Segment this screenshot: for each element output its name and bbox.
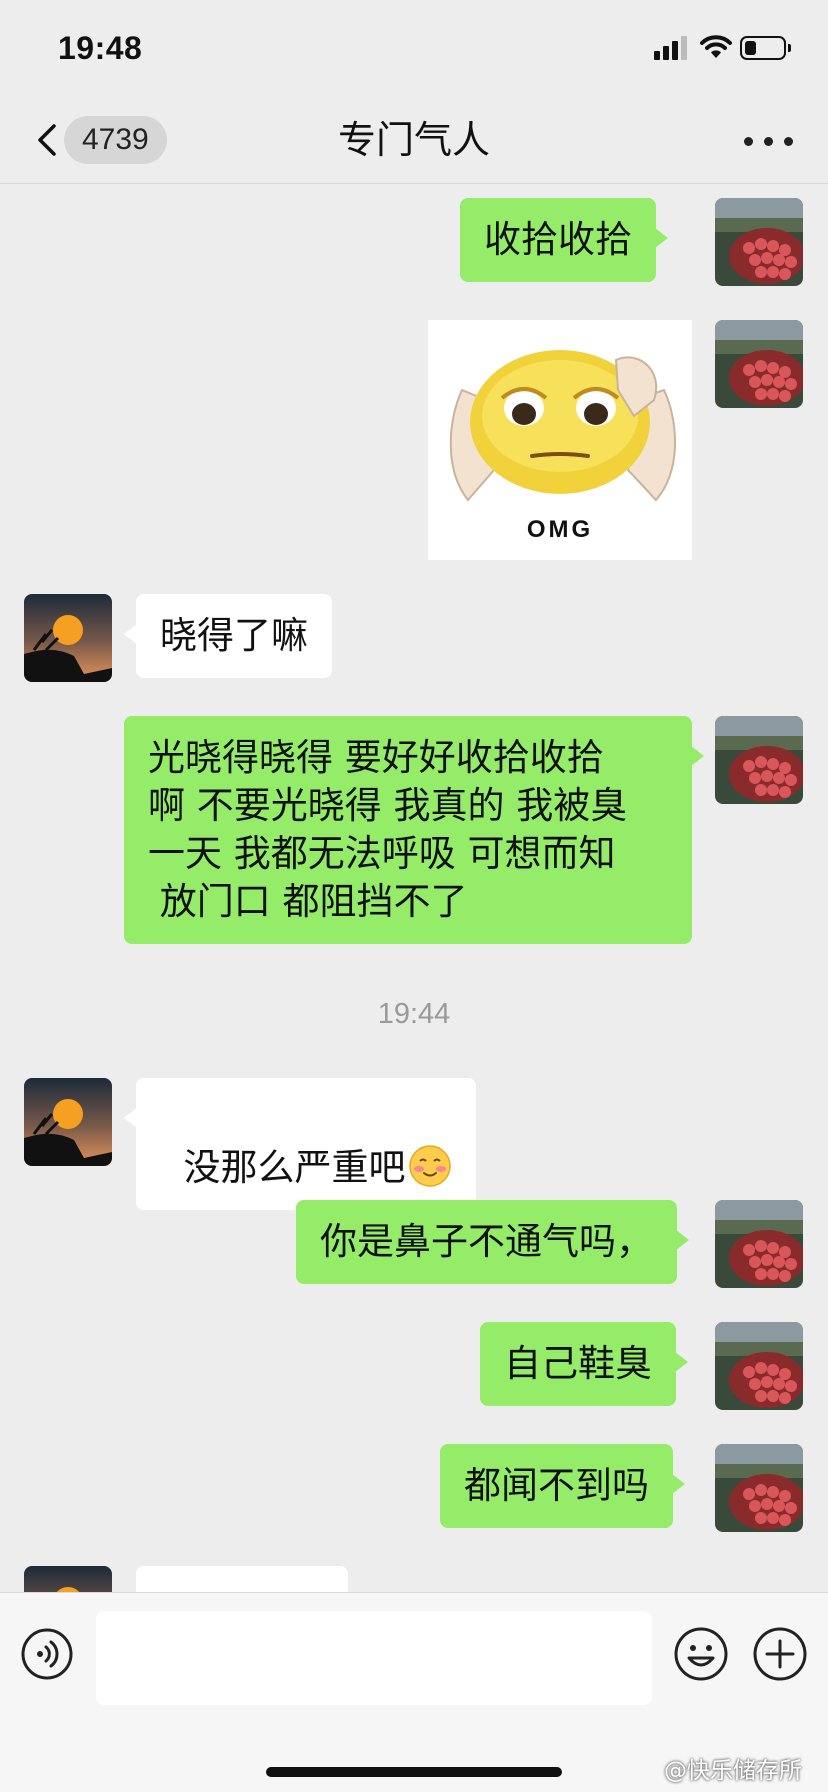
sticker-caption: OMG: [526, 516, 594, 543]
my-avatar[interactable]: [715, 1200, 803, 1288]
emoji-icon[interactable]: [673, 1626, 729, 1682]
input-bar: @快乐储存所: [0, 1592, 828, 1792]
message-bubble-received[interactable]: 晓得了嘛: [124, 594, 332, 678]
blushing-smile-emoji-icon: [408, 1145, 451, 1187]
watermark: @快乐储存所: [664, 1758, 802, 1784]
signal-icon: [654, 36, 688, 60]
message-input[interactable]: [96, 1611, 652, 1705]
message-bubble-sent[interactable]: 自己鞋臭: [480, 1322, 688, 1406]
my-avatar[interactable]: [715, 1322, 803, 1410]
chat-title: 专门气人: [337, 118, 490, 162]
status-time: 19:48: [58, 30, 143, 66]
voice-icon[interactable]: [20, 1627, 74, 1681]
wifi-icon: [700, 35, 732, 58]
status-bar: 19:48: [0, 0, 828, 96]
my-avatar[interactable]: [715, 198, 803, 286]
chat-header: 4739 专门气人: [0, 96, 828, 184]
my-avatar[interactable]: [715, 320, 803, 408]
contact-avatar[interactable]: [24, 594, 112, 682]
message-bubble-sent[interactable]: 收拾收拾: [460, 198, 668, 282]
contact-avatar[interactable]: [24, 1078, 112, 1166]
my-avatar[interactable]: [715, 1444, 803, 1532]
message-bubble-sent[interactable]: 光晓得晓得 要好好收拾收拾 啊 不要光晓得 我真的 我被臭 一天 我都无法呼吸 …: [124, 716, 704, 944]
battery-icon: [740, 36, 791, 60]
my-avatar[interactable]: [715, 716, 803, 804]
home-indicator[interactable]: [266, 1767, 562, 1777]
plus-icon[interactable]: [752, 1626, 808, 1682]
message-bubble-sent[interactable]: 都闻不到吗: [440, 1444, 685, 1528]
message-bubble-received[interactable]: 没那么严重吧: [124, 1078, 476, 1210]
omg-sticker[interactable]: OMG: [428, 320, 692, 560]
message-text: 没那么严重吧: [183, 1146, 406, 1189]
more-dots-icon[interactable]: [740, 126, 796, 156]
chat-timestamp: 19:44: [377, 998, 451, 1030]
message-bubble-sent[interactable]: 你是鼻子不通气吗，: [296, 1200, 689, 1284]
